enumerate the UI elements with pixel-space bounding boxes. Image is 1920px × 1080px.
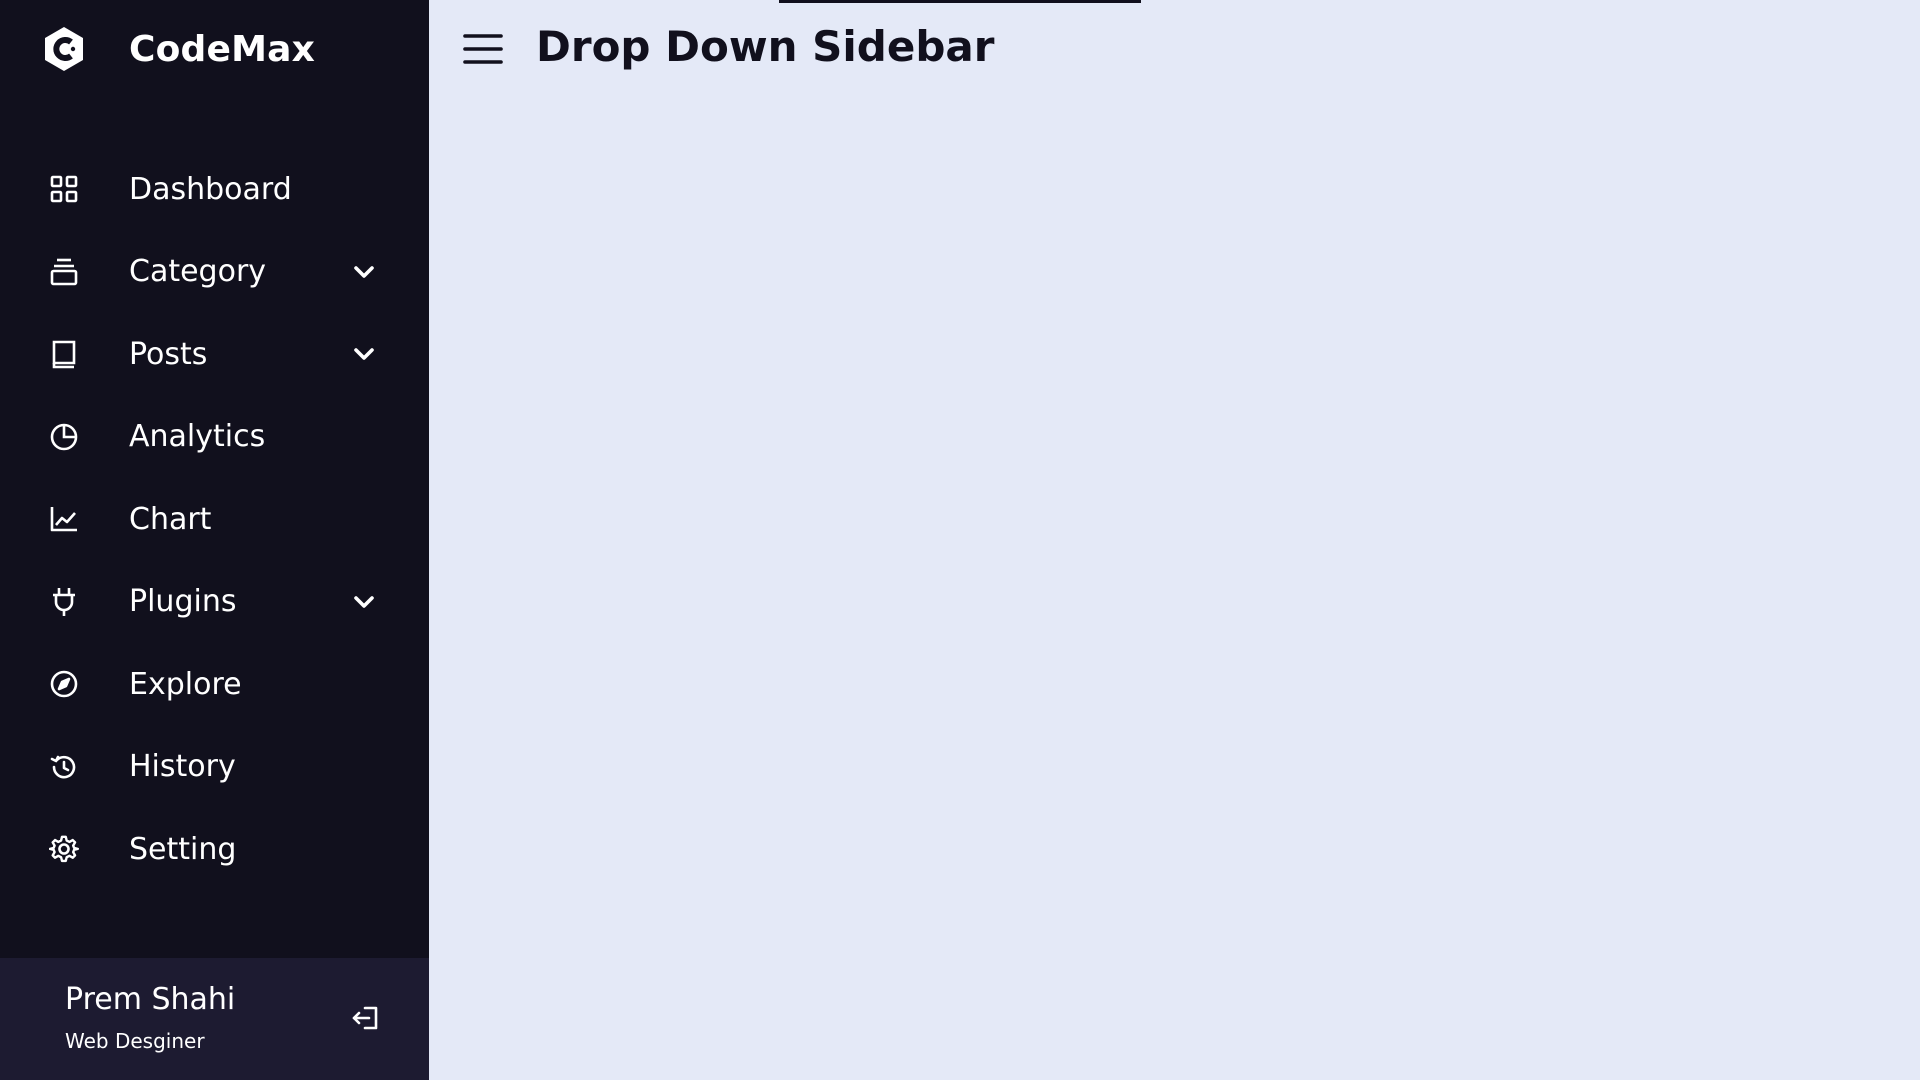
chevron-down-icon[interactable]: [350, 588, 378, 616]
brand-name: CodeMax: [129, 28, 316, 70]
chevron-down-icon[interactable]: [350, 258, 378, 286]
sidebar-item-label: Chart: [129, 501, 212, 537]
logo-details: CodeMax: [40, 20, 315, 78]
history-icon: [48, 751, 80, 783]
chevron-down-icon[interactable]: [350, 340, 378, 368]
sidebar-item-dashboard[interactable]: Dashboard: [0, 148, 429, 231]
sidebar-item-label: Analytics: [129, 419, 266, 455]
sidebar: CodeMax Dashboard Category Posts Analyti…: [0, 0, 429, 1080]
sidebar-item-label: Setting: [129, 831, 237, 867]
sidebar-item-posts[interactable]: Posts: [0, 313, 429, 396]
codemax-logo-icon: [40, 25, 88, 73]
sidebar-item-category[interactable]: Category: [0, 231, 429, 314]
profile-job: Web Desginer: [65, 1029, 205, 1053]
profile-name: Prem Shahi: [65, 982, 236, 1017]
sidebar-item-setting[interactable]: Setting: [0, 808, 429, 891]
nav-links: Dashboard Category Posts Analytics Chart…: [0, 148, 429, 891]
logout-icon[interactable]: [350, 1002, 382, 1034]
compass-icon: [48, 668, 80, 700]
sidebar-item-label: Category: [129, 254, 267, 290]
sidebar-item-history[interactable]: History: [0, 726, 429, 809]
plug-icon: [48, 586, 80, 618]
sidebar-item-label: Explore: [129, 666, 242, 702]
pie-chart-icon: [48, 421, 80, 453]
sidebar-item-plugins[interactable]: Plugins: [0, 561, 429, 644]
sidebar-item-chart[interactable]: Chart: [0, 478, 429, 561]
gear-icon: [48, 833, 80, 865]
book-icon: [48, 338, 80, 370]
sidebar-item-label: Plugins: [129, 584, 237, 620]
collection-icon: [48, 256, 80, 288]
sidebar-item-explore[interactable]: Explore: [0, 643, 429, 726]
top-divider: [779, 0, 1141, 3]
page-title: Drop Down Sidebar: [536, 22, 995, 71]
sidebar-item-label: History: [129, 749, 236, 785]
line-chart-icon: [48, 503, 80, 535]
sidebar-item-label: Posts: [129, 336, 208, 372]
sidebar-item-label: Dashboard: [129, 171, 292, 207]
grid-icon: [48, 173, 80, 205]
home-section: [429, 0, 1920, 1080]
sidebar-item-analytics[interactable]: Analytics: [0, 396, 429, 479]
hamburger-menu-icon[interactable]: [462, 30, 504, 68]
